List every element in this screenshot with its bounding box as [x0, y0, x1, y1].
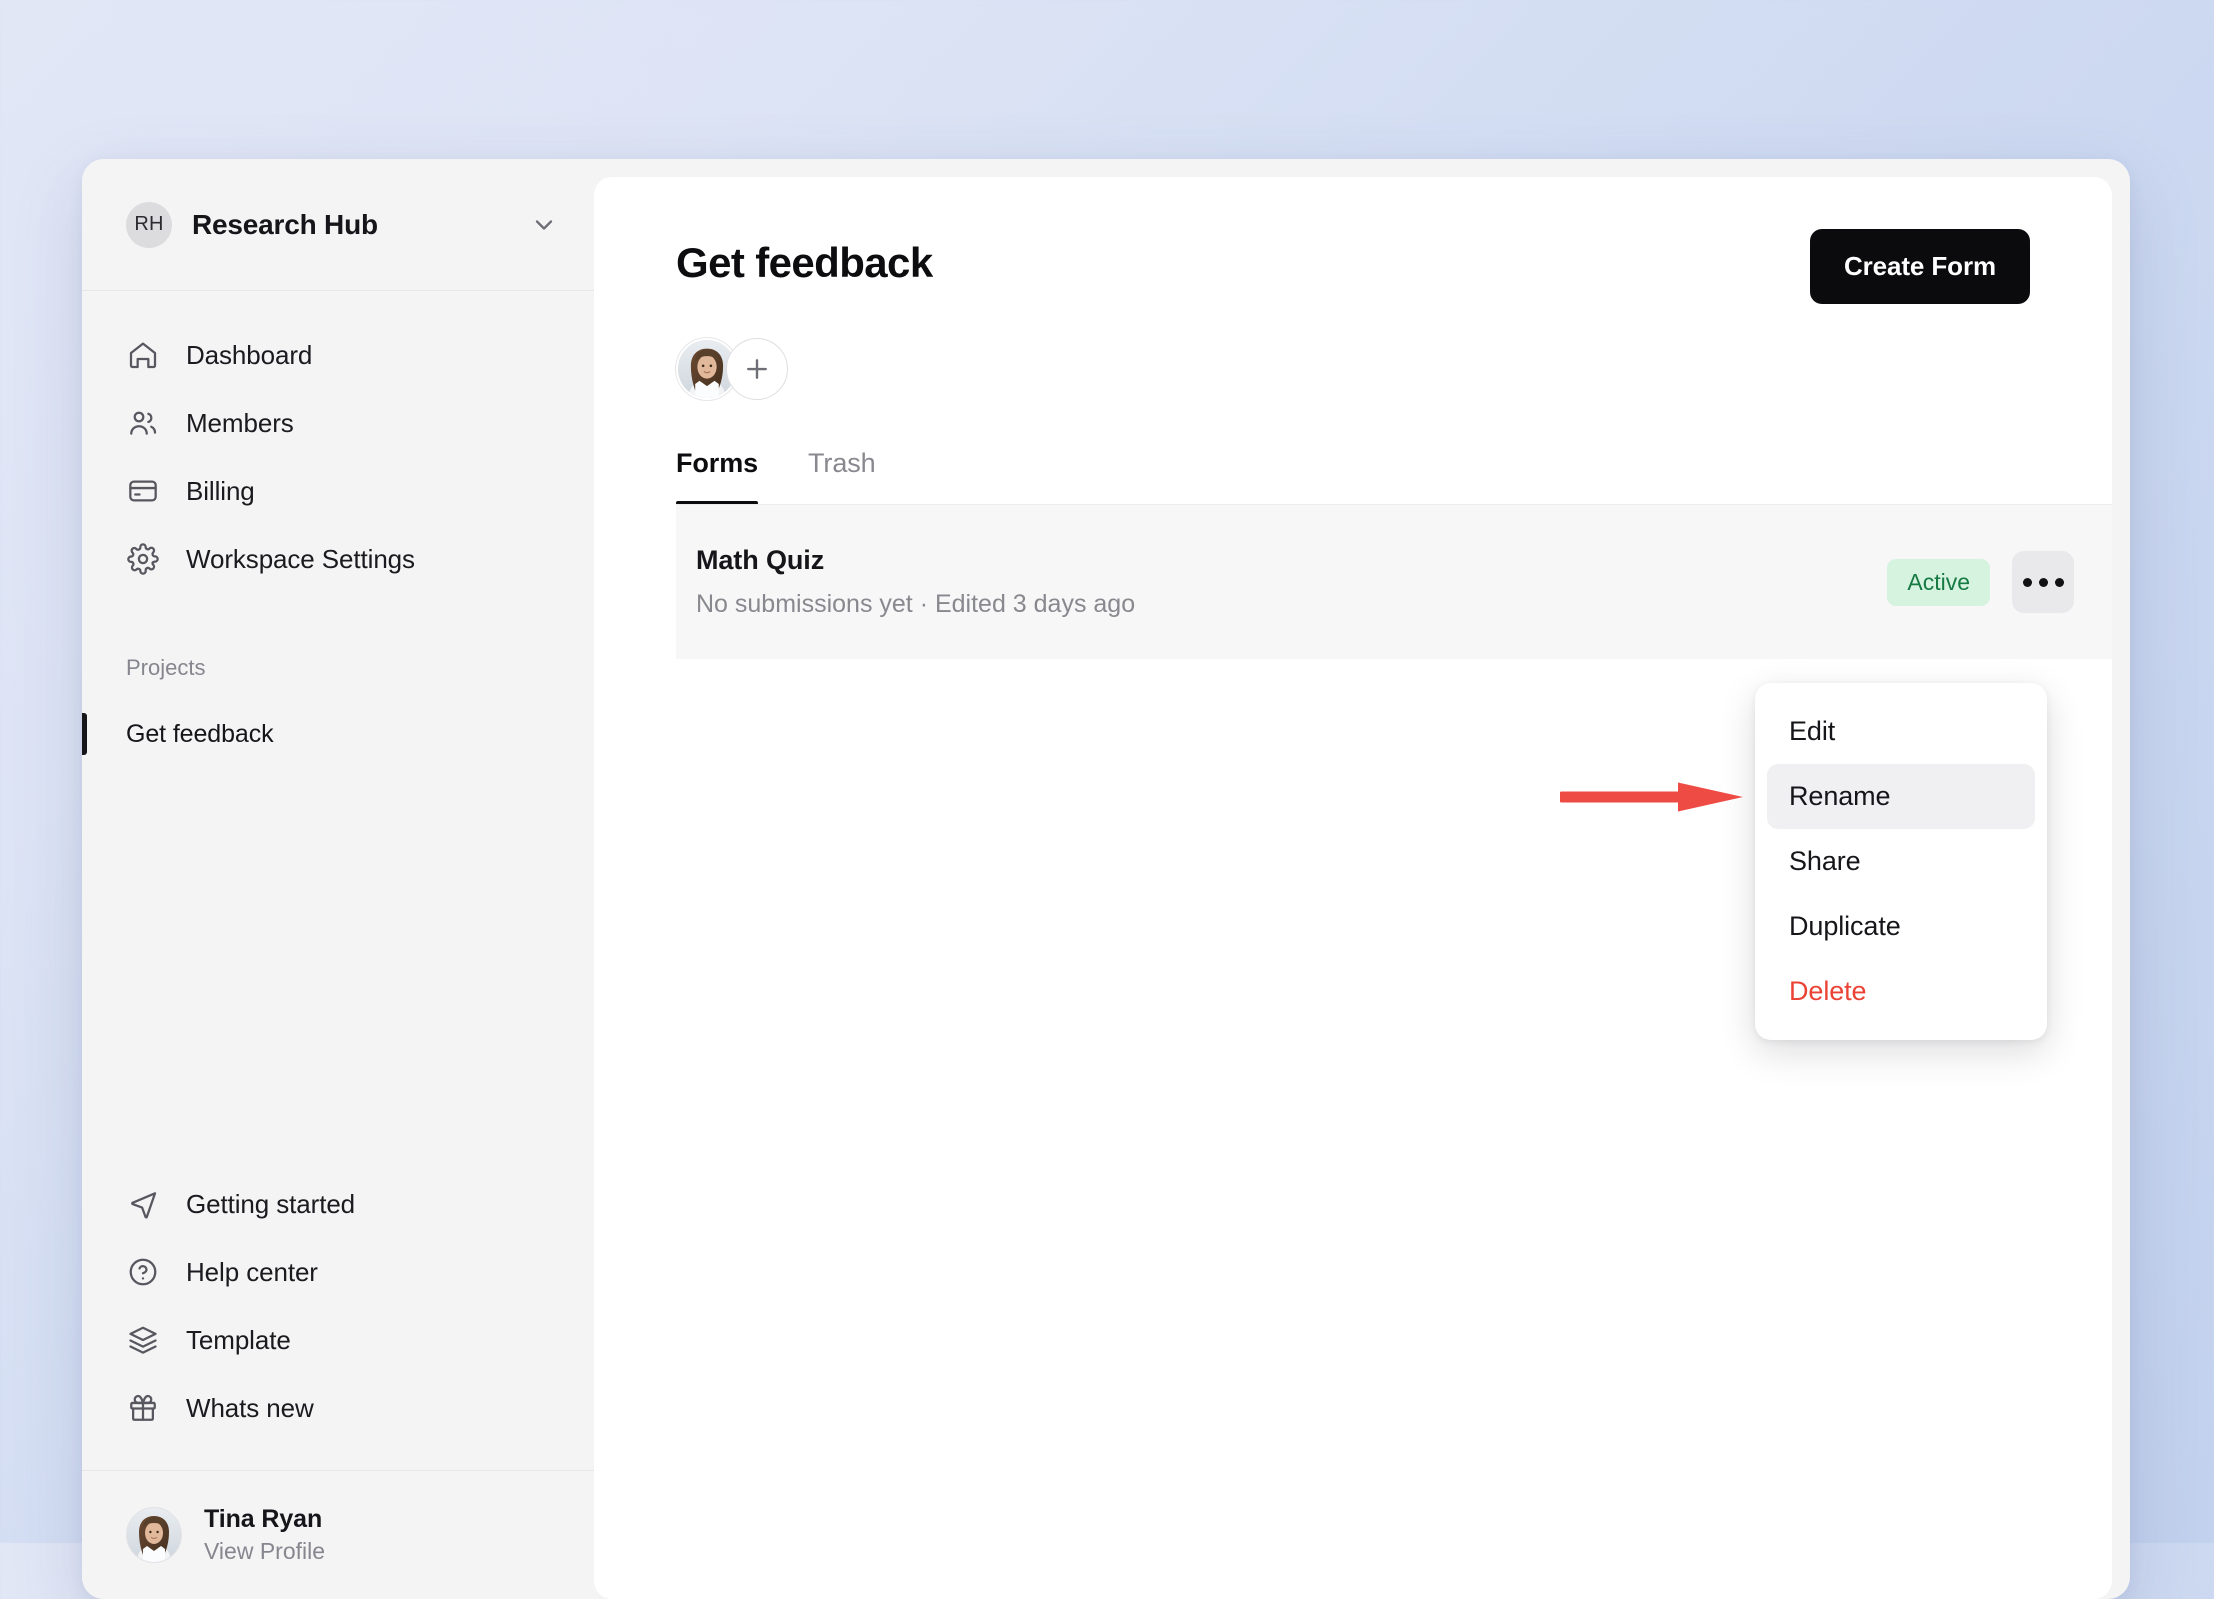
add-member-button[interactable]: [726, 338, 788, 400]
tab-trash[interactable]: Trash: [808, 448, 876, 505]
menu-item-duplicate[interactable]: Duplicate: [1767, 894, 2035, 959]
tab-divider: [676, 504, 2112, 505]
sidebar-spacer: [82, 763, 594, 1170]
avatar: [126, 1507, 182, 1563]
sidebar-item-label: Template: [186, 1325, 291, 1356]
form-info: Math Quiz No submissions yet · Edited 3 …: [696, 545, 1887, 619]
workspace-avatar: RH: [126, 202, 172, 248]
primary-navigation: Dashboard Members Billing Workspace Sett…: [82, 291, 594, 593]
credit-card-icon: [126, 474, 160, 508]
tab-bar: Forms Trash: [594, 400, 2112, 505]
forms-list: Math Quiz No submissions yet · Edited 3 …: [594, 505, 2112, 659]
user-name: Tina Ryan: [204, 1505, 325, 1534]
sidebar-item-workspace-settings[interactable]: Workspace Settings: [106, 525, 570, 593]
sidebar: RH Research Hub Dashboard Members: [82, 159, 594, 1599]
kebab-dot: [2023, 578, 2032, 587]
plus-icon: [742, 354, 772, 384]
user-meta: Tina Ryan View Profile: [204, 1505, 325, 1565]
form-name: Math Quiz: [696, 545, 1887, 576]
workspace-switcher[interactable]: RH Research Hub: [82, 159, 594, 291]
workspace-name: Research Hub: [192, 209, 530, 241]
layers-icon: [126, 1323, 160, 1357]
sidebar-item-members[interactable]: Members: [106, 389, 570, 457]
home-icon: [126, 338, 160, 372]
create-form-button[interactable]: Create Form: [1810, 229, 2030, 304]
kebab-dot: [2039, 578, 2048, 587]
app-window: RH Research Hub Dashboard Members: [82, 159, 2130, 1599]
gear-icon: [126, 542, 160, 576]
menu-item-rename[interactable]: Rename: [1767, 764, 2035, 829]
main-area: Get feedback Create Form: [594, 159, 2130, 1599]
projects-section: Projects Get feedback: [82, 593, 594, 763]
kebab-dot: [2055, 578, 2064, 587]
kebab-menu-icon[interactable]: [2012, 551, 2074, 613]
user-profile-button[interactable]: Tina Ryan View Profile: [82, 1470, 594, 1599]
sidebar-item-label: Help center: [186, 1257, 318, 1288]
sidebar-item-label: Dashboard: [186, 340, 312, 371]
sidebar-item-label: Workspace Settings: [186, 544, 415, 575]
question-circle-icon: [126, 1255, 160, 1289]
sidebar-project-get-feedback[interactable]: Get feedback: [106, 705, 570, 763]
content-card: Get feedback Create Form: [594, 177, 2112, 1599]
sidebar-item-template[interactable]: Template: [106, 1306, 570, 1374]
context-menu: Edit Rename Share Duplicate Delete: [1755, 683, 2047, 1040]
sidebar-item-whats-new[interactable]: Whats new: [106, 1374, 570, 1442]
navigation-arrow-icon: [126, 1187, 160, 1221]
chevron-down-icon[interactable]: [530, 211, 558, 239]
view-profile-link[interactable]: View Profile: [204, 1538, 325, 1565]
project-label: Get feedback: [126, 720, 274, 749]
sidebar-item-label: Whats new: [186, 1393, 314, 1424]
sidebar-item-label: Getting started: [186, 1189, 355, 1220]
form-meta: No submissions yet · Edited 3 days ago: [696, 590, 1887, 619]
gift-icon: [126, 1391, 160, 1425]
member-avatar-group: [594, 304, 2112, 400]
page-title: Get feedback: [676, 239, 933, 287]
users-icon: [126, 406, 160, 440]
menu-item-edit[interactable]: Edit: [1767, 699, 2035, 764]
sidebar-item-label: Billing: [186, 476, 255, 507]
sidebar-item-billing[interactable]: Billing: [106, 457, 570, 525]
table-row[interactable]: Math Quiz No submissions yet · Edited 3 …: [676, 505, 2112, 659]
projects-section-title: Projects: [106, 655, 570, 681]
menu-item-share[interactable]: Share: [1767, 829, 2035, 894]
sidebar-item-help-center[interactable]: Help center: [106, 1238, 570, 1306]
sidebar-item-dashboard[interactable]: Dashboard: [106, 321, 570, 389]
sidebar-item-getting-started[interactable]: Getting started: [106, 1170, 570, 1238]
sidebar-item-label: Members: [186, 408, 294, 439]
content-header: Get feedback Create Form: [594, 239, 2112, 304]
form-actions: Active: [1887, 551, 2074, 613]
secondary-navigation: Getting started Help center Template Wha…: [82, 1170, 594, 1470]
menu-item-delete[interactable]: Delete: [1767, 959, 2035, 1024]
tab-forms[interactable]: Forms: [676, 448, 758, 505]
status-badge: Active: [1887, 559, 1990, 606]
